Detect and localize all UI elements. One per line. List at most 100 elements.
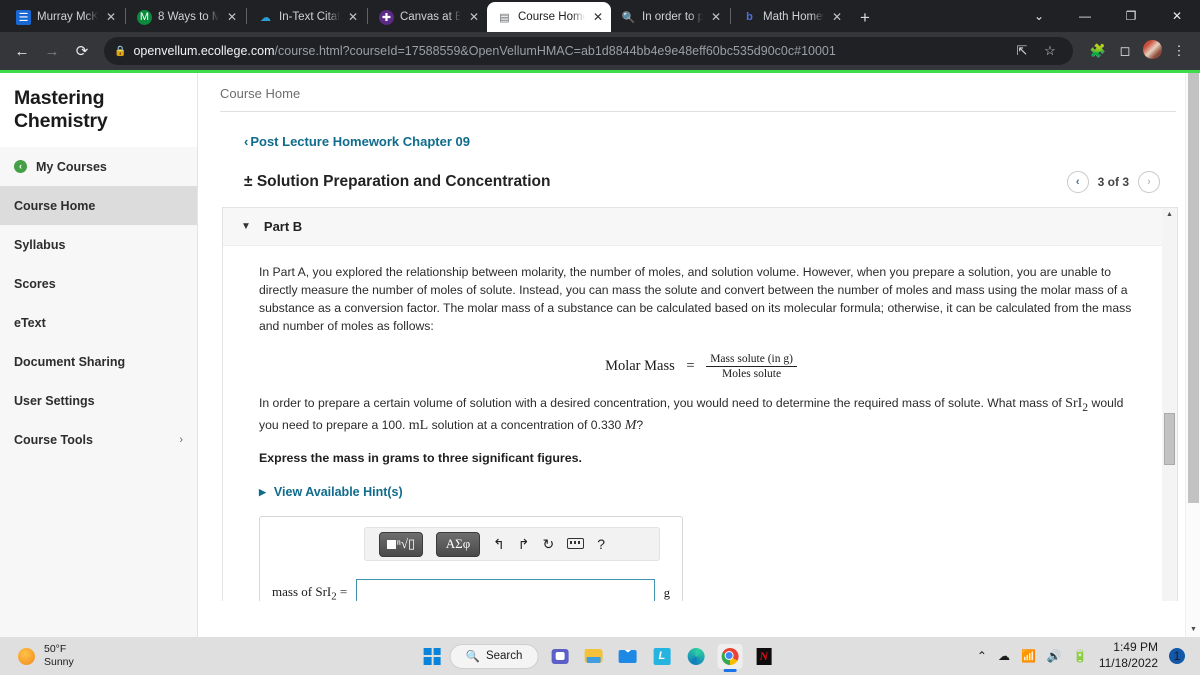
new-tab-button[interactable]: +: [860, 9, 870, 26]
share-icon[interactable]: ⇱: [1009, 43, 1035, 59]
teams-icon[interactable]: [547, 644, 572, 669]
panel-scrollbar[interactable]: ▲: [1162, 208, 1177, 601]
part-header[interactable]: ▼ Part B: [223, 208, 1177, 246]
lockdown-browser-icon[interactable]: L: [649, 644, 674, 669]
answer-instruction: Express the mass in grams to three signi…: [259, 451, 582, 466]
omnibox-actions: ⇱ ☆: [1009, 43, 1063, 59]
maximize-icon[interactable]: ❐: [1108, 0, 1154, 32]
chrome-menu-icon[interactable]: ⋮: [1166, 43, 1192, 59]
answer-label: mass of SrI2 =: [272, 584, 348, 601]
browser-tab[interactable]: b Math Homework ✕: [732, 2, 850, 32]
sidebar-item-label: User Settings: [14, 393, 95, 408]
volume-icon[interactable]: 🔊: [1047, 649, 1062, 663]
notification-badge[interactable]: 1: [1169, 648, 1185, 664]
tab-title: Math Homework: [763, 11, 824, 23]
tab-close-icon[interactable]: ✕: [709, 10, 723, 24]
edge-icon[interactable]: [683, 644, 708, 669]
sidepanel-icon[interactable]: ◻: [1112, 43, 1138, 59]
answer-input-row: mass of SrI2 = g: [272, 579, 670, 601]
weather-widget[interactable]: 50°F Sunny: [6, 643, 74, 669]
tray-chevron-icon[interactable]: ⌃: [977, 649, 987, 663]
template-math-button[interactable]: ⁿ√▯: [379, 531, 423, 557]
equation-lhs: Molar Mass: [605, 357, 675, 374]
assignment-header: ‹ Post Lecture Homework Chapter 09 ± Sol…: [198, 112, 1200, 193]
address-bar[interactable]: 🔒 openvellum.ecollege.com/course.html?co…: [104, 37, 1073, 65]
back-icon[interactable]: ←: [8, 37, 36, 65]
reset-icon[interactable]: ↻: [542, 536, 554, 553]
help-icon[interactable]: ?: [597, 536, 605, 552]
tab-search-dropdown-icon[interactable]: ⌄: [1016, 0, 1062, 32]
main-content: Course Home ‹ Post Lecture Homework Chap…: [198, 73, 1200, 637]
greek-symbols-button[interactable]: ΑΣφ: [436, 531, 480, 557]
next-question-button[interactable]: ›: [1138, 171, 1160, 193]
browser-tab[interactable]: ✚ Canvas at ECU ✕: [369, 2, 487, 32]
netflix-icon[interactable]: N: [751, 644, 776, 669]
molarity-symbol: M: [624, 417, 637, 433]
scroll-up-arrow-icon[interactable]: ▲: [1162, 211, 1177, 218]
panel-scrollbar-thumb[interactable]: [1164, 413, 1175, 465]
browser-tab-active[interactable]: ▤ Course Home ✕: [487, 2, 611, 32]
close-window-icon[interactable]: ✕: [1154, 0, 1200, 32]
browser-tab[interactable]: ☁ In-Text Citation ✕: [248, 2, 366, 32]
view-hints-link[interactable]: ▶ View Available Hint(s): [259, 485, 1143, 499]
tab-close-icon[interactable]: ✕: [467, 10, 481, 24]
tab-divider: [246, 8, 247, 24]
clock-date: 11/18/2022: [1098, 656, 1158, 670]
start-button[interactable]: [423, 647, 441, 665]
mail-icon[interactable]: [615, 644, 640, 669]
sidebar-item-label: Course Tools: [14, 432, 93, 447]
prev-question-button[interactable]: ‹: [1066, 171, 1089, 193]
redo-icon[interactable]: ↱: [518, 536, 530, 553]
windows-taskbar: 50°F Sunny 🔍 Search L N ⌃ ☁ 📶 🔊 🔋 1:49 P…: [0, 637, 1200, 675]
answer-box: ⁿ√▯ ΑΣφ ↰ ↱ ↻ ? mass of SrI2 = g: [259, 516, 683, 601]
wifi-icon[interactable]: 📶: [1021, 649, 1036, 663]
forward-icon[interactable]: →: [38, 37, 66, 65]
caret-down-icon[interactable]: ▼: [241, 221, 251, 232]
tab-close-icon[interactable]: ✕: [830, 10, 844, 24]
answer-input[interactable]: [356, 579, 655, 601]
browser-window: ☰ Murray McKinzie ✕ M 8 Ways to Make ✕ ☁…: [0, 0, 1200, 637]
back-to-assignment-link[interactable]: ‹ Post Lecture Homework Chapter 09: [244, 134, 1160, 149]
extensions-puzzle-icon[interactable]: 🧩: [1085, 43, 1111, 59]
keyboard-icon[interactable]: [567, 536, 585, 552]
medium-icon: M: [137, 9, 152, 25]
browser-tab[interactable]: 🔍 In order to pre ✕: [611, 2, 729, 32]
scroll-down-arrow-icon[interactable]: ▼: [1186, 626, 1200, 633]
clock[interactable]: 1:49 PM 11/18/2022: [1099, 640, 1158, 671]
browser-tab[interactable]: ☰ Murray McKinzie ✕: [6, 2, 124, 32]
tab-close-icon[interactable]: ✕: [346, 10, 360, 24]
sidebar-item-my-courses[interactable]: ‹ My Courses: [0, 147, 197, 186]
sidebar-item-label: Syllabus: [14, 237, 66, 252]
tab-close-icon[interactable]: ✕: [225, 10, 239, 24]
reload-icon[interactable]: ⟳: [68, 37, 96, 65]
molar-mass-equation: Molar Mass = Mass solute (in g) Moles so…: [259, 353, 1143, 380]
tab-divider: [730, 8, 731, 24]
sidebar-item-etext[interactable]: eText: [0, 303, 197, 342]
minimize-icon[interactable]: —: [1062, 0, 1108, 32]
sidebar-item-user-settings[interactable]: User Settings: [0, 381, 197, 420]
question-text-a: In order to prepare a certain volume of …: [259, 395, 1066, 410]
search-icon: 🔍: [621, 11, 636, 24]
chrome-icon[interactable]: [717, 643, 743, 672]
page-scrollbar[interactable]: ▼: [1185, 73, 1200, 637]
brand-title: Mastering Chemistry: [0, 73, 197, 147]
onedrive-cloud-icon[interactable]: ☁: [998, 649, 1010, 663]
bookmark-star-icon[interactable]: ☆: [1037, 43, 1063, 59]
tab-close-icon[interactable]: ✕: [104, 10, 118, 24]
undo-icon[interactable]: ↰: [493, 536, 505, 553]
sidebar-item-document-sharing[interactable]: Document Sharing: [0, 342, 197, 381]
tab-close-icon[interactable]: ✕: [591, 10, 605, 24]
book-icon: ▤: [499, 11, 510, 24]
folder-icon[interactable]: [581, 644, 606, 669]
browser-tab[interactable]: M 8 Ways to Make ✕: [127, 2, 245, 32]
sidebar-item-course-tools[interactable]: Course Tools ›: [0, 420, 197, 459]
weather-text: 50°F Sunny: [44, 643, 74, 669]
profile-avatar[interactable]: [1139, 40, 1165, 62]
taskbar-search[interactable]: 🔍 Search: [449, 643, 539, 669]
document-icon: ☰: [16, 9, 31, 25]
sidebar-item-scores[interactable]: Scores: [0, 264, 197, 303]
battery-icon[interactable]: 🔋: [1073, 649, 1088, 663]
page-scrollbar-thumb[interactable]: [1188, 73, 1199, 503]
sidebar-item-course-home[interactable]: Course Home: [0, 186, 197, 225]
sidebar-item-syllabus[interactable]: Syllabus: [0, 225, 197, 264]
